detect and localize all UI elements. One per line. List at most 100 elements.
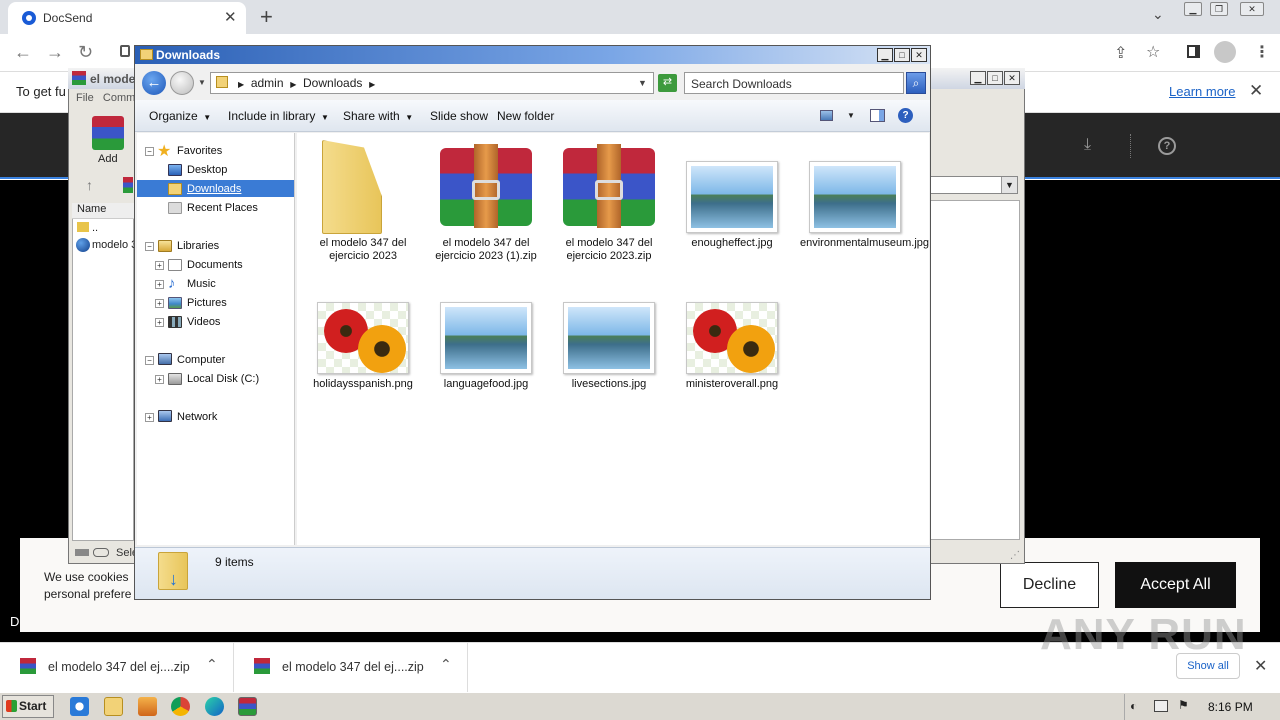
nav-music[interactable]: Music <box>187 278 216 290</box>
chrome-icon[interactable] <box>171 697 190 716</box>
reload-icon[interactable]: ↻ <box>78 42 93 63</box>
nav-downloads[interactable]: Downloads <box>187 183 241 195</box>
chevron-up-icon[interactable]: ⌃ <box>440 656 452 673</box>
forward-arrow-icon[interactable] <box>170 71 194 95</box>
preview-pane-icon[interactable] <box>870 109 885 122</box>
side-panel-icon[interactable] <box>1187 45 1200 58</box>
download-item[interactable]: el modelo 347 del ej....zip ⌃ <box>234 642 468 692</box>
share-icon[interactable]: ⇪ <box>1114 43 1127 63</box>
media-player-icon[interactable] <box>138 697 157 716</box>
back-arrow-icon[interactable]: ← <box>14 42 32 63</box>
file-explorer-icon[interactable] <box>104 697 123 716</box>
accept-all-button[interactable]: Accept All <box>1115 562 1236 608</box>
file-item[interactable] <box>440 302 532 374</box>
recent-pages-chevron-icon[interactable]: ▼ <box>198 78 206 87</box>
downloads-bar-close-icon[interactable]: ✕ <box>1254 656 1267 676</box>
edge-icon[interactable] <box>205 697 224 716</box>
profile-avatar[interactable] <box>1214 41 1236 63</box>
winrar-maximize-button[interactable]: □ <box>987 71 1003 85</box>
add-archive-icon[interactable] <box>92 116 124 150</box>
bookmark-star-icon[interactable]: ☆ <box>1146 42 1160 62</box>
help-icon[interactable]: ? <box>1158 137 1176 155</box>
refresh-icon[interactable]: ⇄ <box>658 74 677 92</box>
organize-button[interactable]: Organize ▼ <box>149 109 211 123</box>
expand-local-disk-icon[interactable]: + <box>155 375 164 384</box>
search-icon[interactable]: ⌕ <box>906 72 926 94</box>
dropdown-arrow-icon[interactable]: ▼ <box>1001 177 1017 193</box>
winrar-path-field[interactable]: ▼ <box>930 176 1018 194</box>
file-item[interactable] <box>308 140 418 236</box>
expand-pictures-icon[interactable]: + <box>155 299 164 308</box>
list-item[interactable]: .. <box>92 222 98 234</box>
new-tab-button[interactable]: + <box>260 4 273 30</box>
collapse-favorites-icon[interactable]: − <box>145 147 154 156</box>
tab-search-chevron-icon[interactable]: ⌄ <box>1152 6 1164 23</box>
winrar-close-button[interactable]: ✕ <box>1004 71 1020 85</box>
back-arrow-icon[interactable]: ← <box>142 71 166 95</box>
winrar-menu[interactable]: File Comm <box>76 92 135 104</box>
expand-music-icon[interactable]: + <box>155 280 164 289</box>
resize-grip-icon[interactable]: ⋰ <box>1010 550 1020 561</box>
learn-more-link[interactable]: Learn more <box>1169 84 1235 99</box>
change-view-icon[interactable] <box>820 110 833 121</box>
nav-favorites[interactable]: Favorites <box>177 145 222 157</box>
file-item[interactable] <box>317 302 409 374</box>
address-dropdown-icon[interactable]: ▼ <box>638 78 647 88</box>
winrar-taskbar-icon[interactable] <box>238 697 257 716</box>
tab-close-icon[interactable]: ✕ <box>224 8 237 26</box>
restore-window-button[interactable]: ❐ <box>1210 2 1228 16</box>
tab-docsend[interactable]: DocSend ✕ <box>8 2 246 34</box>
download-item-name: el modelo 347 del ej....zip <box>282 660 424 674</box>
nav-network[interactable]: Network <box>177 411 217 423</box>
download-item[interactable]: el modelo 347 del ej....zip ⌃ <box>0 642 234 692</box>
file-item[interactable] <box>809 161 901 233</box>
internet-explorer-icon[interactable] <box>70 697 89 716</box>
nav-computer[interactable]: Computer <box>177 354 225 366</box>
slide-show-button[interactable]: Slide show <box>430 109 488 123</box>
explorer-minimize-button[interactable]: ▁ <box>877 48 893 62</box>
explorer-maximize-button[interactable]: □ <box>894 48 910 62</box>
file-item[interactable] <box>686 161 778 233</box>
decline-button[interactable]: Decline <box>1000 562 1099 608</box>
help-icon[interactable]: ? <box>898 108 913 123</box>
nav-videos[interactable]: Videos <box>187 316 220 328</box>
chrome-menu-icon[interactable]: ⋮ <box>1254 42 1270 62</box>
network-tray-icon[interactable] <box>1154 700 1168 712</box>
forward-arrow-icon[interactable]: → <box>46 42 64 63</box>
file-item[interactable] <box>563 302 655 374</box>
nav-local-disk[interactable]: Local Disk (C:) <box>187 373 259 385</box>
view-dropdown-icon[interactable]: ▼ <box>847 111 855 120</box>
breadcrumb-admin[interactable]: admin <box>251 76 284 90</box>
minimize-window-button[interactable]: ▁ <box>1184 2 1202 16</box>
download-icon[interactable]: ⤓ <box>1084 136 1091 154</box>
up-arrow-icon[interactable]: ↑ <box>86 177 93 193</box>
file-item[interactable] <box>686 302 778 374</box>
include-in-library-button[interactable]: Include in library ▼ <box>228 109 329 123</box>
file-item[interactable] <box>440 144 532 228</box>
breadcrumb-downloads[interactable]: Downloads <box>303 76 362 90</box>
volume-icon[interactable]: ◐ <box>1130 699 1137 713</box>
info-bar-close-icon[interactable]: ✕ <box>1249 81 1263 101</box>
expand-documents-icon[interactable]: + <box>155 261 164 270</box>
explorer-close-button[interactable]: ✕ <box>911 48 927 62</box>
nav-recent-places[interactable]: Recent Places <box>187 202 258 214</box>
new-folder-button[interactable]: New folder <box>497 109 554 123</box>
flag-icon[interactable]: ⚑ <box>1178 698 1189 712</box>
start-button[interactable]: Start <box>2 695 54 718</box>
share-with-button[interactable]: Share with ▼ <box>343 109 413 123</box>
chevron-up-icon[interactable]: ⌃ <box>206 656 218 673</box>
nav-pictures[interactable]: Pictures <box>187 297 227 309</box>
collapse-libraries-icon[interactable]: − <box>145 242 154 251</box>
file-name: el modelo 347 del ejercicio 2023 <box>319 237 407 262</box>
expand-network-icon[interactable]: + <box>145 413 154 422</box>
nav-libraries[interactable]: Libraries <box>177 240 219 252</box>
collapse-computer-icon[interactable]: − <box>145 356 154 365</box>
nav-documents[interactable]: Documents <box>187 259 243 271</box>
winrar-minimize-button[interactable]: ▁ <box>970 71 986 85</box>
close-window-button[interactable]: ✕ <box>1240 2 1264 16</box>
file-item[interactable] <box>563 144 655 228</box>
list-item[interactable]: modelo 3 <box>92 239 137 251</box>
column-header-name[interactable]: Name <box>72 203 134 219</box>
expand-videos-icon[interactable]: + <box>155 318 164 327</box>
nav-desktop[interactable]: Desktop <box>187 164 227 176</box>
